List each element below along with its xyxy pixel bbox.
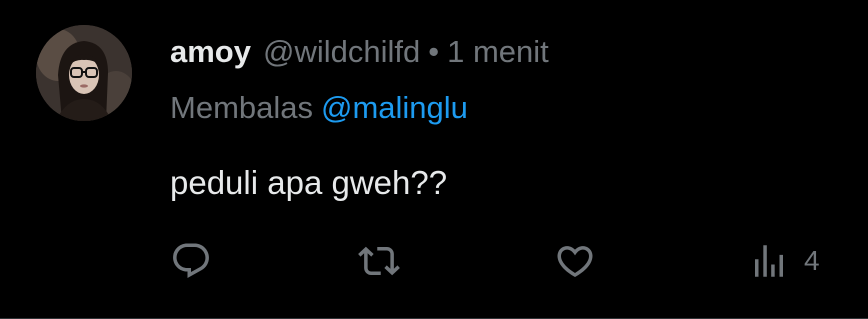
reply-icon bbox=[173, 243, 209, 278]
author-handle[interactable]: @wildchilfd bbox=[263, 30, 420, 74]
avatar[interactable] bbox=[36, 25, 132, 121]
timestamp[interactable]: 1 menit bbox=[447, 30, 549, 74]
tweet-text: peduli apa gweh?? bbox=[170, 164, 448, 201]
separator-dot: • bbox=[428, 34, 440, 69]
action-bar: 4 bbox=[170, 238, 830, 284]
reply-mention-link[interactable]: @malinglu bbox=[321, 90, 468, 125]
reply-prefix: Membalas bbox=[170, 90, 313, 125]
tweet-header: amoy @wildchilfd • 1 menit bbox=[170, 30, 549, 74]
views-count: 4 bbox=[804, 245, 820, 276]
avatar-photo-icon bbox=[36, 25, 132, 121]
repost-icon bbox=[358, 246, 400, 276]
repost-button[interactable] bbox=[358, 238, 400, 284]
heart-icon bbox=[557, 246, 593, 278]
like-button[interactable] bbox=[554, 238, 596, 284]
views-button[interactable]: 4 bbox=[748, 238, 820, 284]
tweet[interactable]: amoy @wildchilfd • 1 menit Membalas @mali… bbox=[0, 0, 868, 319]
reply-button[interactable] bbox=[170, 238, 212, 284]
replying-to: Membalas @malinglu bbox=[170, 86, 468, 130]
views-chart-icon bbox=[755, 245, 783, 277]
author-name[interactable]: amoy bbox=[170, 30, 251, 74]
